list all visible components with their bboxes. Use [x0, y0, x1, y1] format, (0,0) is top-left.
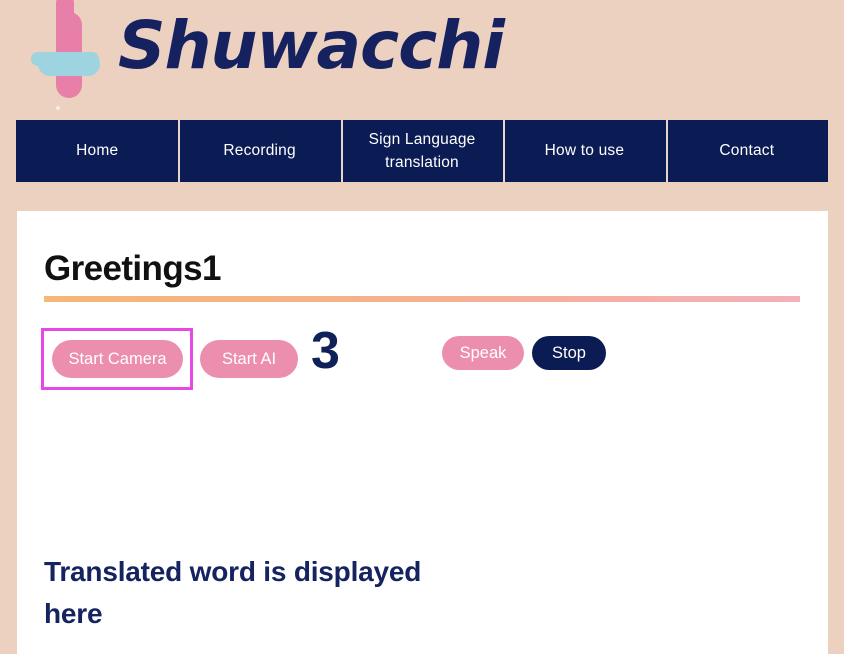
- start-camera-button[interactable]: Start Camera: [52, 340, 183, 378]
- page-title: Greetings1: [44, 249, 221, 288]
- translated-output-text: Translated word is displayed here: [44, 556, 422, 629]
- speak-button[interactable]: Speak: [442, 336, 524, 370]
- nav-item-sign-language-translation[interactable]: Sign Language translation: [340, 120, 503, 182]
- logo-wordmark: Shuwacchi: [118, 7, 505, 84]
- site-header: Shuwacchi: [0, 0, 844, 118]
- logo-horizontal-bar-lower: [38, 52, 100, 76]
- title-underline-rule: [44, 296, 800, 302]
- plus-cross-logo-icon: [30, 0, 100, 114]
- stop-button[interactable]: Stop: [532, 336, 606, 370]
- main-navigation: Home Recording Sign Language translation…: [16, 120, 828, 182]
- countdown-counter: 3: [311, 322, 340, 380]
- start-ai-button[interactable]: Start AI: [200, 340, 298, 378]
- content-card: Greetings1 Start Camera Start AI 3 Speak…: [17, 211, 828, 654]
- logo-dot: [56, 106, 60, 110]
- camera-preview-area: [44, 401, 800, 526]
- nav-item-how-to-use[interactable]: How to use: [503, 120, 665, 182]
- nav-item-home[interactable]: Home: [16, 120, 178, 182]
- page-root: Shuwacchi Home Recording Sign Language t…: [0, 0, 844, 654]
- controls-row: Start Camera Start AI 3 Speak Stop: [41, 322, 801, 390]
- logo[interactable]: Shuwacchi: [30, 0, 505, 118]
- nav-item-contact[interactable]: Contact: [665, 120, 828, 182]
- nav-item-recording[interactable]: Recording: [178, 120, 340, 182]
